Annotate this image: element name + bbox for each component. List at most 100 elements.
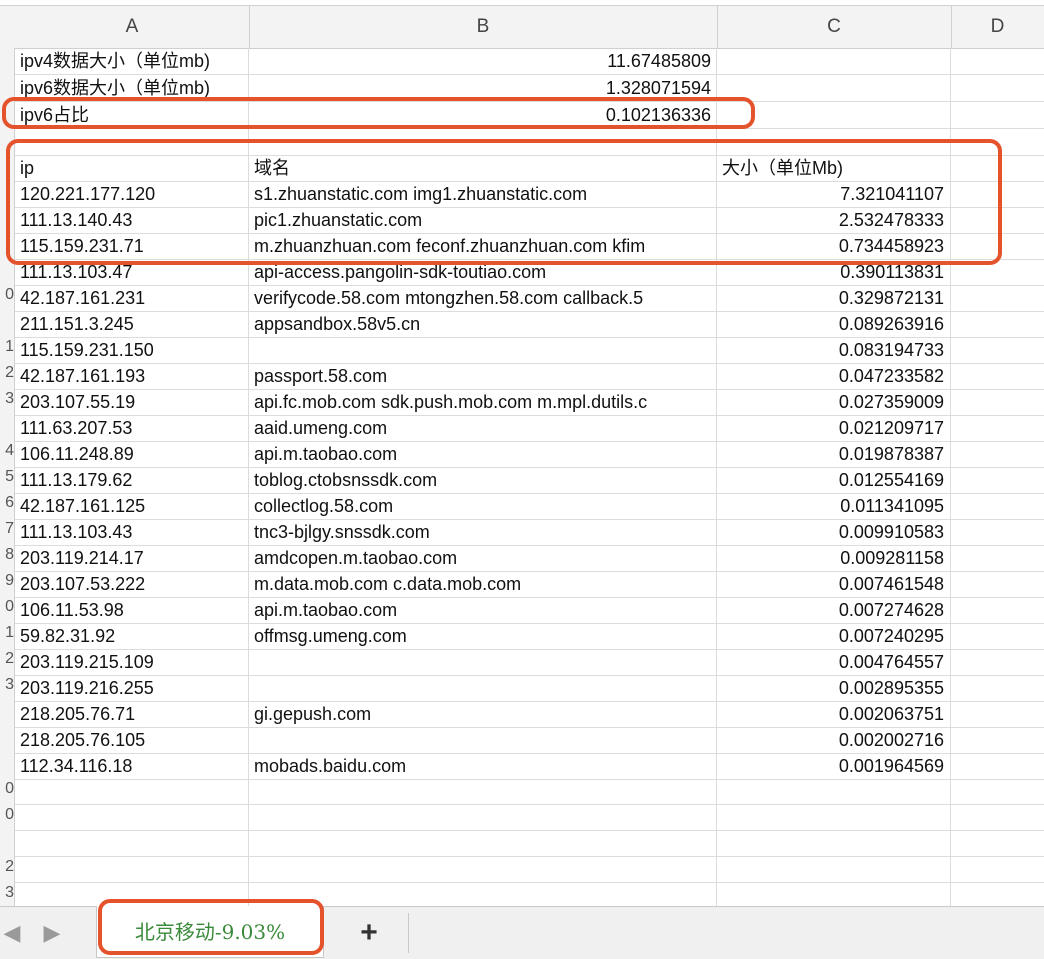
cell[interactable] — [951, 753, 1044, 779]
size-cell[interactable]: 7.321041107 — [717, 181, 951, 207]
cell[interactable] — [951, 623, 1044, 649]
cell[interactable] — [717, 856, 951, 882]
row-number[interactable]: 0 — [0, 806, 14, 824]
domain-cell[interactable]: gi.gepush.com — [249, 701, 717, 727]
cell[interactable] — [951, 102, 1044, 128]
cell[interactable] — [951, 856, 1044, 882]
column-header-c[interactable]: C — [717, 6, 952, 48]
ip-cell[interactable]: 111.13.103.47 — [15, 259, 249, 285]
cell[interactable]: ipv6占比 — [15, 102, 249, 128]
domain-cell[interactable] — [249, 727, 717, 753]
sheet-tab[interactable]: 北京移动-9.03% — [96, 906, 324, 958]
cell[interactable] — [951, 389, 1044, 415]
cell[interactable] — [951, 493, 1044, 519]
size-cell[interactable]: 0.390113831 — [717, 259, 951, 285]
row-number[interactable]: 3 — [0, 884, 14, 902]
domain-cell[interactable]: s1.zhuanstatic.com img1.zhuanstatic.com — [249, 181, 717, 207]
domain-cell[interactable] — [249, 337, 717, 363]
column-header-b[interactable]: B — [249, 6, 718, 48]
cell[interactable] — [951, 155, 1044, 181]
size-cell[interactable]: 0.009281158 — [717, 545, 951, 571]
domain-cell[interactable]: amdcopen.m.taobao.com — [249, 545, 717, 571]
size-cell[interactable]: 0.007240295 — [717, 623, 951, 649]
ip-cell[interactable]: 111.13.103.43 — [15, 519, 249, 545]
size-cell[interactable]: 0.021209717 — [717, 415, 951, 441]
cell[interactable] — [15, 804, 249, 830]
size-cell[interactable]: 0.007274628 — [717, 597, 951, 623]
cell[interactable] — [951, 48, 1044, 74]
cell[interactable] — [951, 337, 1044, 363]
column-header-a[interactable]: A — [15, 6, 250, 48]
cell[interactable] — [951, 519, 1044, 545]
cell[interactable] — [951, 415, 1044, 441]
size-cell[interactable]: 0.012554169 — [717, 467, 951, 493]
ip-cell[interactable]: 59.82.31.92 — [15, 623, 249, 649]
row-number[interactable]: 0 — [0, 598, 14, 616]
domain-cell[interactable]: collectlog.58.com — [249, 493, 717, 519]
row-number[interactable]: 3 — [0, 676, 14, 694]
row-number[interactable]: 1 — [0, 624, 14, 642]
domain-cell[interactable] — [249, 675, 717, 701]
cell[interactable] — [717, 830, 951, 856]
domain-cell[interactable]: m.zhuanzhuan.com feconf.zhuanzhuan.com k… — [249, 233, 717, 259]
cell[interactable] — [717, 778, 951, 804]
cell[interactable] — [249, 778, 717, 804]
ip-cell[interactable]: 203.119.214.17 — [15, 545, 249, 571]
domain-cell[interactable]: api-access.pangolin-sdk-toutiao.com — [249, 259, 717, 285]
cell[interactable] — [249, 856, 717, 882]
size-cell[interactable]: 0.002063751 — [717, 701, 951, 727]
row-number[interactable]: 2 — [0, 364, 14, 382]
cell[interactable] — [249, 804, 717, 830]
cell[interactable] — [951, 75, 1044, 101]
size-cell[interactable]: 0.027359009 — [717, 389, 951, 415]
ip-cell[interactable]: 203.119.215.109 — [15, 649, 249, 675]
cell[interactable] — [717, 882, 951, 906]
ip-cell[interactable]: 42.187.161.231 — [15, 285, 249, 311]
cell[interactable]: ipv4数据大小（单位mb) — [15, 48, 249, 74]
domain-cell[interactable]: pic1.zhuanstatic.com — [249, 207, 717, 233]
size-cell[interactable]: 0.009910583 — [717, 519, 951, 545]
cell[interactable]: ipv6数据大小（单位mb) — [15, 75, 249, 101]
cell[interactable] — [951, 467, 1044, 493]
cell[interactable] — [15, 882, 249, 906]
row-number[interactable]: 2 — [0, 650, 14, 668]
cell[interactable]: 1.328071594 — [249, 75, 717, 101]
cell[interactable] — [951, 830, 1044, 856]
cell[interactable] — [951, 129, 1044, 155]
domain-cell[interactable]: offmsg.umeng.com — [249, 623, 717, 649]
ip-cell[interactable]: 111.63.207.53 — [15, 415, 249, 441]
add-sheet-button[interactable]: + — [340, 913, 398, 953]
row-number[interactable]: 8 — [0, 546, 14, 564]
cell[interactable] — [717, 804, 951, 830]
cell[interactable] — [717, 75, 951, 101]
domain-cell[interactable]: tnc3-bjlgy.snssdk.com — [249, 519, 717, 545]
cell[interactable] — [249, 882, 717, 906]
cell[interactable] — [951, 207, 1044, 233]
size-cell[interactable]: 0.002895355 — [717, 675, 951, 701]
ip-cell[interactable]: 203.107.53.222 — [15, 571, 249, 597]
header-cell-domain[interactable]: 域名 — [249, 155, 717, 181]
domain-cell[interactable]: toblog.ctobsnssdk.com — [249, 467, 717, 493]
row-number[interactable]: 9 — [0, 572, 14, 590]
domain-cell[interactable]: passport.58.com — [249, 363, 717, 389]
ip-cell[interactable]: 120.221.177.120 — [15, 181, 249, 207]
cell[interactable] — [15, 856, 249, 882]
cell[interactable]: 0.102136336 — [249, 102, 717, 128]
ip-cell[interactable]: 115.159.231.71 — [15, 233, 249, 259]
ip-cell[interactable]: 115.159.231.150 — [15, 337, 249, 363]
cell[interactable] — [951, 441, 1044, 467]
domain-cell[interactable]: aaid.umeng.com — [249, 415, 717, 441]
size-cell[interactable]: 0.734458923 — [717, 233, 951, 259]
cell[interactable] — [15, 778, 249, 804]
domain-cell[interactable] — [249, 649, 717, 675]
cell[interactable] — [951, 363, 1044, 389]
domain-cell[interactable]: api.fc.mob.com sdk.push.mob.com m.mpl.du… — [249, 389, 717, 415]
column-header-d[interactable]: D — [951, 6, 1044, 48]
ip-cell[interactable]: 42.187.161.193 — [15, 363, 249, 389]
row-number[interactable]: 2 — [0, 858, 14, 876]
cell[interactable]: 11.67485809 — [249, 48, 717, 74]
domain-cell[interactable]: mobads.baidu.com — [249, 753, 717, 779]
ip-cell[interactable]: 106.11.53.98 — [15, 597, 249, 623]
row-number[interactable]: 3 — [0, 390, 14, 408]
ip-cell[interactable]: 106.11.248.89 — [15, 441, 249, 467]
